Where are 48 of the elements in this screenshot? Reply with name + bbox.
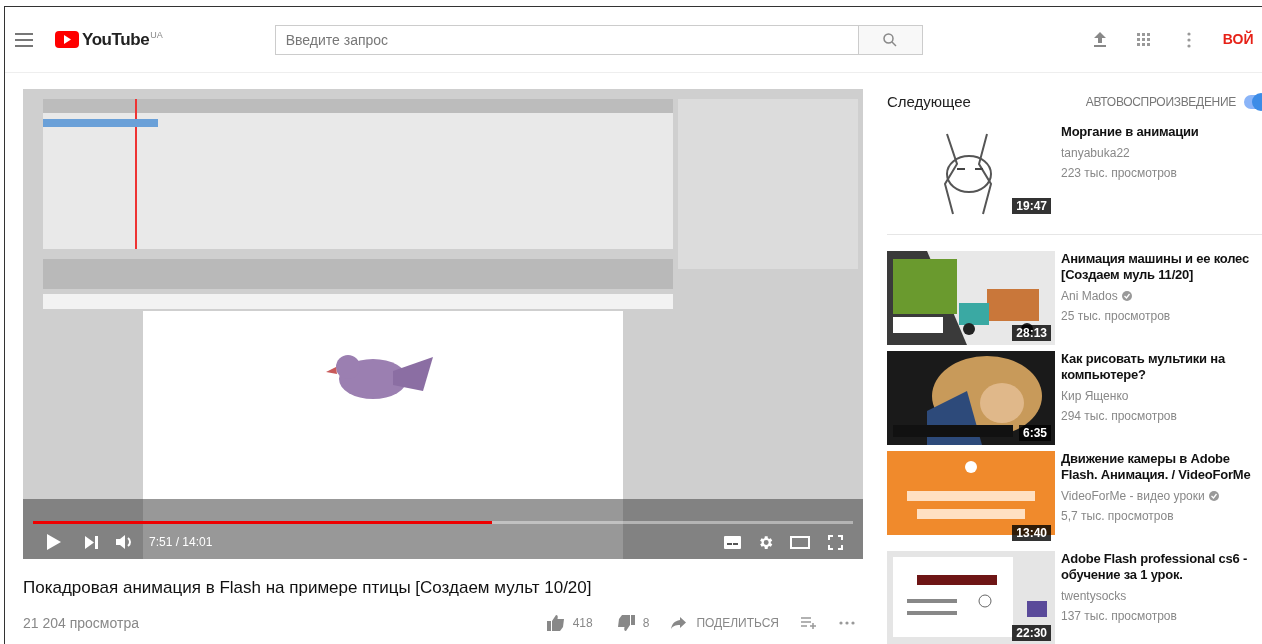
channel-name[interactable]: tanyabuka22 xyxy=(1061,143,1130,162)
more-icon[interactable] xyxy=(1186,31,1191,48)
channel-name[interactable]: Ani Mados xyxy=(1061,286,1118,305)
view-count: 5,7 тыс. просмотров xyxy=(1061,507,1175,525)
view-count: 25 тыс. просмотров xyxy=(1061,307,1172,325)
logo-text: YouTube xyxy=(82,31,150,48)
menu-icon[interactable] xyxy=(15,32,33,47)
view-count: 223 тыс. просмотров xyxy=(1061,164,1178,182)
search-button[interactable] xyxy=(858,24,923,55)
time-display: 7:51 / 14:01 xyxy=(149,534,213,551)
view-count: 137 тыс. просмотров xyxy=(1061,607,1178,625)
sidebar-heading: Следующее xyxy=(887,92,971,112)
video-title[interactable]: Моргание в анимации xyxy=(1061,123,1199,140)
next-icon[interactable] xyxy=(85,535,98,549)
more-icon[interactable] xyxy=(839,621,855,625)
dislike-button[interactable]: 8 xyxy=(616,614,650,632)
settings-icon[interactable] xyxy=(757,533,774,551)
search-field[interactable]: Введите запрос xyxy=(274,24,859,55)
video-title[interactable]: Как рисовать мультики на компьютере? xyxy=(1061,350,1262,383)
upload-icon[interactable] xyxy=(1092,32,1107,47)
add-to-playlist-icon[interactable] xyxy=(801,617,817,629)
region-label: UA xyxy=(150,31,163,40)
thumbs-down-icon xyxy=(616,615,635,631)
channel-name[interactable]: twentysocks xyxy=(1061,586,1127,605)
fullscreen-icon[interactable] xyxy=(828,534,843,550)
video-title[interactable]: Adobe Flash professional cs6 - обучение за 1 урок. xyxy=(1061,550,1262,583)
share-icon xyxy=(671,617,687,629)
autoplay-label: АВТОВОСПРОИЗВЕДЕНИЕ xyxy=(1085,94,1236,112)
video-player[interactable]: 7:51 / 14:01 xyxy=(23,89,863,559)
video-title[interactable]: Анимация машины и ее колес [Создаем муль 11/20] xyxy=(1061,250,1262,283)
apps-icon[interactable] xyxy=(1136,32,1151,47)
sign-in-link[interactable]: ВОЙ xyxy=(1222,29,1254,50)
video-title: Покадровая анимация в Flash на примере птицы [Создаем мульт 10/20] xyxy=(23,577,593,599)
autoplay-toggle[interactable] xyxy=(1244,95,1262,110)
view-count: 21 204 просмотра xyxy=(23,613,139,633)
channel-name[interactable]: VideoForMe - видео уроки xyxy=(1061,486,1205,505)
video-title[interactable]: Движение камеры в Adobe Flash. Анимация. / VideoForMe xyxy=(1061,450,1262,483)
progress-track[interactable] xyxy=(33,521,853,524)
like-button[interactable]: 418 xyxy=(546,614,593,632)
thumbs-up-icon xyxy=(546,615,565,631)
play-icon[interactable] xyxy=(47,534,61,550)
channel-name[interactable]: Кир Ященко xyxy=(1061,386,1129,405)
theater-mode-icon[interactable] xyxy=(790,535,810,549)
view-count: 294 тыс. просмотров xyxy=(1061,407,1178,425)
logo-icon[interactable] xyxy=(55,31,79,48)
search-icon xyxy=(883,32,898,47)
share-button[interactable]: ПОДЕЛИТЬСЯ xyxy=(671,614,779,632)
volume-icon[interactable] xyxy=(116,534,134,550)
